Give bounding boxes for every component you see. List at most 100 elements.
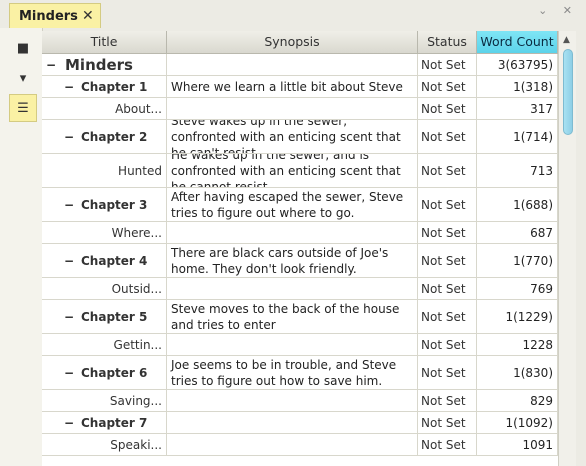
status-cell[interactable]: Not Set: [418, 120, 477, 153]
scroll-up-icon[interactable]: ▲: [563, 35, 570, 45]
row-title: Hunted: [118, 163, 162, 178]
synopsis-cell[interactable]: He wakes up in the sewer, and is confron…: [167, 154, 418, 187]
collapse-icon[interactable]: −: [62, 254, 76, 268]
column-title-header[interactable]: Title: [42, 31, 167, 53]
row-title: Chapter 5: [81, 309, 148, 324]
column-status-header[interactable]: Status: [418, 31, 477, 53]
title-cell[interactable]: − Chapter 1: [42, 76, 167, 97]
synopsis-cell[interactable]: [167, 222, 418, 243]
synopsis-cell[interactable]: Steve moves to the back of the house and…: [167, 300, 418, 333]
synopsis-cell[interactable]: [167, 434, 418, 455]
chapter-row[interactable]: − Chapter 2 Steve wakes up in the sewer, c…: [42, 120, 558, 154]
title-cell[interactable]: Speaki...: [42, 434, 167, 455]
close-icon[interactable]: ✕: [82, 8, 94, 24]
title-cell[interactable]: Saving...: [42, 390, 167, 411]
collapse-icon[interactable]: −: [62, 366, 76, 380]
synopsis-cell[interactable]: [167, 412, 418, 433]
chapter-row[interactable]: − Chapter 6 Joe seems to be in trouble, an…: [42, 356, 558, 390]
title-cell[interactable]: Where...: [42, 222, 167, 243]
row-word-count: 829: [530, 393, 553, 408]
scene-row[interactable]: Where... Not Set 687: [42, 222, 558, 244]
scene-row[interactable]: Outsid... Not Set 769: [42, 278, 558, 300]
scene-row[interactable]: Hunted He wakes up in the sewer, and is c…: [42, 154, 558, 188]
outline-view-button[interactable]: ☰: [9, 94, 37, 122]
synopsis-cell[interactable]: [167, 278, 418, 299]
scene-row[interactable]: Speaki... Not Set 1091: [42, 434, 558, 456]
title-cell[interactable]: − Chapter 6: [42, 356, 167, 389]
row-word-count: 1(1229): [505, 309, 553, 324]
chapter-row[interactable]: − Chapter 4 There are black cars outside o…: [42, 244, 558, 278]
synopsis-cell[interactable]: [167, 98, 418, 119]
row-status: Not Set: [421, 101, 466, 116]
synopsis-cell[interactable]: Where we learn a little bit about Steve: [167, 76, 418, 97]
status-cell[interactable]: Not Set: [418, 188, 477, 221]
status-cell[interactable]: Not Set: [418, 434, 477, 455]
synopsis-cell[interactable]: After having escaped the sewer, Steve tr…: [167, 188, 418, 221]
collapse-icon[interactable]: −: [62, 130, 76, 144]
collapse-icon[interactable]: −: [62, 310, 76, 324]
wordcount-cell: 3(63795): [477, 54, 558, 75]
row-word-count: 1(688): [513, 197, 553, 212]
status-cell[interactable]: Not Set: [418, 300, 477, 333]
chapter-row[interactable]: − Chapter 5 Steve moves to the back of the…: [42, 300, 558, 334]
title-cell[interactable]: − Chapter 5: [42, 300, 167, 333]
row-title: Where...: [111, 225, 162, 240]
chapter-row[interactable]: − Chapter 7 Not Set 1(1092): [42, 412, 558, 434]
window-controls-icon[interactable]: ⌄ ✕: [538, 4, 578, 17]
vertical-scrollbar[interactable]: ▲: [558, 31, 577, 466]
collapse-icon[interactable]: −: [62, 80, 76, 94]
synopsis-cell[interactable]: There are black cars outside of Joe's ho…: [167, 244, 418, 277]
document-view-button[interactable]: ■: [9, 34, 37, 62]
collapse-icon[interactable]: −: [62, 198, 76, 212]
column-synopsis-header[interactable]: Synopsis: [167, 31, 418, 53]
status-cell[interactable]: Not Set: [418, 278, 477, 299]
row-status: Not Set: [421, 129, 466, 144]
comment-icon: ▾: [19, 70, 27, 86]
scene-row[interactable]: Gettin... Not Set 1228: [42, 334, 558, 356]
status-cell[interactable]: Not Set: [418, 54, 477, 75]
title-cell[interactable]: Outsid...: [42, 278, 167, 299]
right-border: [576, 28, 586, 466]
status-cell[interactable]: Not Set: [418, 356, 477, 389]
row-title: Saving...: [109, 393, 162, 408]
scene-row[interactable]: Saving... Not Set 829: [42, 390, 558, 412]
collapse-icon[interactable]: −: [44, 58, 58, 72]
status-cell[interactable]: Not Set: [418, 76, 477, 97]
synopsis-cell[interactable]: [167, 334, 418, 355]
title-cell[interactable]: − Minders: [42, 54, 167, 75]
wordcount-cell: 687: [477, 222, 558, 243]
status-cell[interactable]: Not Set: [418, 222, 477, 243]
synopsis-cell[interactable]: [167, 54, 418, 75]
status-cell[interactable]: Not Set: [418, 334, 477, 355]
row-status: Not Set: [421, 163, 466, 178]
status-cell[interactable]: Not Set: [418, 390, 477, 411]
collapse-icon[interactable]: −: [62, 416, 76, 430]
chapter-row[interactable]: − Chapter 3 After having escaped the sewer…: [42, 188, 558, 222]
tab-minders[interactable]: Minders ✕: [9, 3, 101, 28]
status-cell[interactable]: Not Set: [418, 412, 477, 433]
scroll-thumb[interactable]: [563, 49, 573, 135]
row-synopsis: Joe seems to be in trouble, and Steve tr…: [171, 357, 397, 388]
row-synopsis: Where we learn a little bit about Steve: [171, 79, 403, 94]
title-cell[interactable]: About...: [42, 98, 167, 119]
comment-view-button[interactable]: ▾: [9, 64, 37, 92]
row-status: Not Set: [421, 437, 466, 452]
column-wordcount-header[interactable]: Word Count: [477, 31, 558, 53]
title-cell[interactable]: − Chapter 3: [42, 188, 167, 221]
status-cell[interactable]: Not Set: [418, 98, 477, 119]
status-cell[interactable]: Not Set: [418, 244, 477, 277]
title-cell[interactable]: − Chapter 7: [42, 412, 167, 433]
title-cell[interactable]: Gettin...: [42, 334, 167, 355]
synopsis-cell[interactable]: [167, 390, 418, 411]
title-cell[interactable]: Hunted: [42, 154, 167, 187]
synopsis-cell[interactable]: Steve wakes up in the sewer, confronted …: [167, 120, 418, 153]
folder-row[interactable]: − Minders Not Set 3(63795): [42, 54, 558, 76]
status-cell[interactable]: Not Set: [418, 154, 477, 187]
wordcount-cell: 1(688): [477, 188, 558, 221]
chapter-row[interactable]: − Chapter 1 Where we learn a little bit ab…: [42, 76, 558, 98]
synopsis-cell[interactable]: Joe seems to be in trouble, and Steve tr…: [167, 356, 418, 389]
title-cell[interactable]: − Chapter 2: [42, 120, 167, 153]
title-cell[interactable]: − Chapter 4: [42, 244, 167, 277]
row-word-count: 317: [530, 101, 553, 116]
scene-row[interactable]: About... Not Set 317: [42, 98, 558, 120]
